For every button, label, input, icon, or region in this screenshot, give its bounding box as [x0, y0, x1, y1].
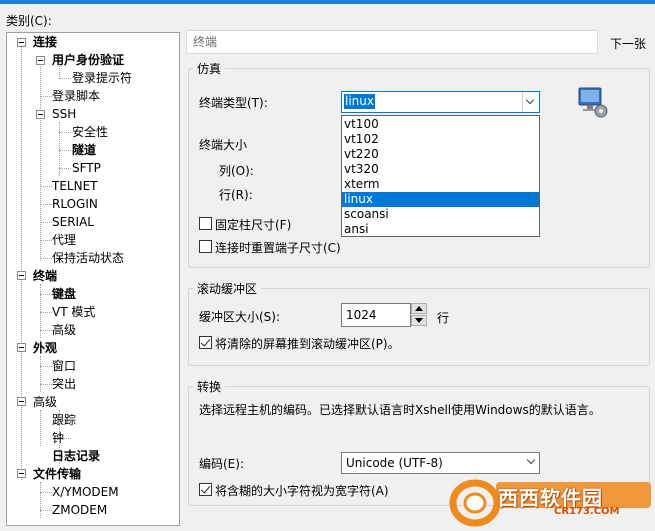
expander-auth-icon[interactable] — [36, 56, 45, 65]
tree-item-tunneling[interactable]: 隧道 — [72, 141, 96, 159]
push-to-buffer-checkbox[interactable] — [199, 336, 212, 349]
terminal-type-label: 终端类型(T): — [199, 96, 268, 110]
expander-terminal-icon[interactable] — [17, 271, 26, 280]
tree-item-connection[interactable]: 连接 — [33, 33, 57, 51]
tree-item-security[interactable]: 安全性 — [72, 123, 108, 141]
scroll-buffer-group-title: 滚动缓冲区 — [193, 280, 262, 297]
tree-item-ssh[interactable]: SSH — [52, 105, 76, 123]
tree-item-sftp[interactable]: SFTP — [72, 159, 101, 177]
option-vt102[interactable]: vt102 — [342, 132, 539, 147]
watermark-logo: 西西软件园 CR173.COM — [448, 476, 655, 528]
watermark-url: CR173.COM — [554, 506, 620, 517]
buffer-size-up-icon[interactable] — [411, 303, 427, 314]
terminal-settings-icon — [578, 87, 608, 118]
tree-item-keyboard[interactable]: 键盘 — [52, 285, 76, 303]
terminal-size-label: 终端大小 — [199, 138, 248, 152]
terminal-type-listbox[interactable]: vt100 vt102 vt220 vt320 xterm linux scoa… — [341, 115, 540, 237]
scroll-buffer-group — [188, 288, 650, 366]
tree-item-xymodem[interactable]: X/YMODEM — [52, 483, 119, 501]
emulation-group-title: 仿真 — [193, 60, 226, 77]
category-tree[interactable]: 连接 用户身份验证 登录提示符 登录脚本 SSH 安全性 隧道 SFTP TEL… — [6, 32, 180, 526]
expander-advanced-icon[interactable] — [17, 397, 26, 406]
terminal-type-dropdown-icon[interactable] — [522, 92, 539, 112]
tree-item-serial[interactable]: SERIAL — [52, 213, 94, 231]
encoding-value: Unicode (UTF-8) — [346, 456, 443, 470]
buffer-size-down-icon[interactable] — [411, 315, 427, 326]
conversion-group-title: 转换 — [193, 378, 226, 395]
tree-item-window[interactable]: 窗口 — [52, 357, 76, 375]
option-vt220[interactable]: vt220 — [342, 147, 539, 162]
expander-file-transfer-icon[interactable] — [17, 469, 26, 478]
push-to-buffer-label: 将清除的屏幕推到滚动缓冲区(P)。 — [215, 337, 400, 351]
tree-item-user-auth[interactable]: 用户身份验证 — [52, 51, 124, 69]
fixed-size-checkbox[interactable] — [199, 217, 212, 230]
option-vt100[interactable]: vt100 — [342, 117, 539, 132]
ambiguous-wide-checkbox[interactable] — [199, 483, 212, 496]
tree-item-vt-mode[interactable]: VT 模式 — [52, 303, 95, 321]
tree-item-login-prompt[interactable]: 登录提示符 — [72, 69, 132, 87]
next-button[interactable]: 下一张 — [604, 34, 655, 54]
tree-item-keep-alive[interactable]: 保持活动状态 — [52, 249, 124, 267]
buffer-size-unit: 行 — [437, 311, 450, 325]
columns-label: 列(O): — [219, 164, 254, 178]
encoding-label: 编码(E): — [199, 457, 244, 471]
tree-item-appearance[interactable]: 外观 — [33, 339, 57, 357]
rows-label: 行(R): — [219, 188, 253, 202]
option-ansi[interactable]: ansi — [342, 222, 539, 237]
section-title: 终端 — [186, 30, 598, 54]
window-top-bar — [0, 0, 655, 4]
tree-item-proxy[interactable]: 代理 — [52, 231, 76, 249]
tree-item-logging[interactable]: 日志记录 — [52, 447, 100, 465]
reset-size-checkbox[interactable] — [199, 240, 212, 253]
tree-item-bell[interactable]: 钟 — [52, 429, 64, 447]
expander-appearance-icon[interactable] — [17, 343, 26, 352]
reset-size-label: 连接时重置端子尺寸(C) — [215, 241, 341, 255]
ambiguous-wide-label: 将含糊的大小字符视为宽字符(A) — [215, 484, 389, 498]
fixed-size-label: 固定柱尺寸(F) — [215, 218, 292, 232]
tree-item-advanced[interactable]: 高级 — [33, 393, 57, 411]
option-vt320[interactable]: vt320 — [342, 162, 539, 177]
terminal-type-value: linux — [344, 94, 375, 109]
tree-item-zmodem[interactable]: ZMODEM — [52, 501, 107, 519]
buffer-size-input[interactable]: 1024 — [341, 303, 411, 327]
tree-item-terminal-advanced[interactable]: 高级 — [52, 321, 76, 339]
category-label: 类别(C): — [6, 14, 52, 28]
tree-item-rlogin[interactable]: RLOGIN — [52, 195, 98, 213]
encoding-dropdown-icon[interactable] — [526, 457, 536, 467]
terminal-type-select[interactable]: linux — [341, 91, 540, 113]
option-xterm[interactable]: xterm — [342, 177, 539, 192]
tree-item-login-script[interactable]: 登录脚本 — [52, 87, 100, 105]
tree-item-telnet[interactable]: TELNET — [52, 177, 98, 195]
tree-item-highlight[interactable]: 突出 — [52, 375, 76, 393]
option-linux[interactable]: linux — [342, 192, 539, 207]
expander-ssh-icon[interactable] — [36, 110, 45, 119]
option-scoansi[interactable]: scoansi — [342, 207, 539, 222]
encoding-select[interactable]: Unicode (UTF-8) — [341, 452, 540, 474]
expander-connection-icon[interactable] — [17, 38, 26, 47]
buffer-size-label: 缓冲区大小(S): — [199, 310, 281, 324]
conversion-description: 选择远程主机的编码。已选择默认语言时Xshell使用Windows的默认语言。 — [199, 403, 601, 417]
tree-item-file-transfer[interactable]: 文件传输 — [33, 465, 81, 483]
tree-item-trace[interactable]: 跟踪 — [52, 411, 76, 429]
tree-item-terminal[interactable]: 终端 — [33, 267, 57, 285]
